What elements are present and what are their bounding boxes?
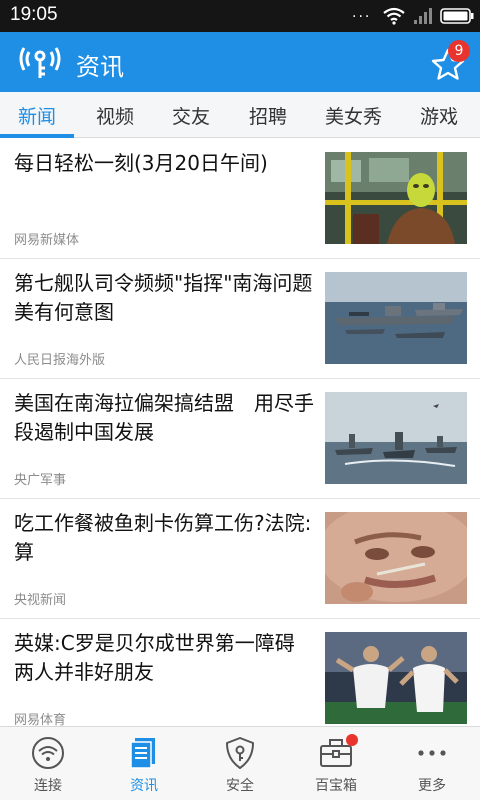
news-source: 央广军事 (14, 473, 67, 488)
battery-icon (440, 8, 474, 24)
tab-dating[interactable]: 交友 (172, 102, 210, 129)
tab-games[interactable]: 游戏 (420, 102, 458, 129)
page-title: 资讯 (76, 53, 124, 81)
wifi-circle-icon (32, 737, 64, 769)
news-source: 网易新媒体 (14, 233, 80, 248)
nav-news[interactable]: 资讯 (96, 727, 192, 800)
news-thumbnail (325, 632, 467, 724)
news-headline: 每日轻松一刻(3月20日午间) (14, 151, 268, 175)
more-dots-icon (418, 750, 446, 756)
category-tabs: 新闻 视频 交友 招聘 美女秀 游戏 (0, 92, 480, 138)
tab-jobs[interactable]: 招聘 (249, 102, 287, 129)
tab-video[interactable]: 视频 (96, 102, 134, 129)
notification-dots: ··· (352, 9, 372, 25)
news-headline: 吃工作餐被鱼刺卡伤算工伤?法院:算 (14, 511, 312, 564)
nav-security[interactable]: 安全 (192, 727, 288, 800)
active-tab-indicator (0, 134, 74, 138)
news-headline: 美国在南海拉偏架搞结盟 用尽手段遏制中国发展 (14, 391, 314, 444)
tab-beauty-show[interactable]: 美女秀 (325, 102, 382, 129)
tab-news[interactable]: 新闻 (18, 102, 56, 129)
news-item[interactable]: 每日轻松一刻(3月20日午间) 网易新媒体 (0, 139, 480, 259)
news-thumbnail (325, 152, 467, 244)
news-item[interactable]: 第七舰队司令频频"指挥"南海问题 美有何意图 人民日报海外版 (0, 259, 480, 379)
news-thumbnail (325, 512, 467, 604)
status-bar: 19:05 ··· (0, 0, 480, 32)
status-time: 19:05 (10, 4, 58, 25)
news-headline: 第七舰队司令频频"指挥"南海问题 美有何意图 (14, 271, 313, 324)
nav-connect-label: 连接 (34, 778, 62, 794)
news-item[interactable]: 吃工作餐被鱼刺卡伤算工伤?法院:算 央视新闻 (0, 499, 480, 619)
bottom-navigation: 连接 资讯 安全 百宝箱 更多 (0, 726, 480, 800)
signal-icon (414, 8, 432, 24)
nav-toolbox[interactable]: 百宝箱 (288, 727, 384, 800)
news-item[interactable]: 美国在南海拉偏架搞结盟 用尽手段遏制中国发展 央广军事 (0, 379, 480, 499)
newspaper-icon (130, 738, 155, 769)
news-thumbnail (325, 392, 467, 484)
app-header: 资讯 9 (0, 32, 480, 92)
news-source: 人民日报海外版 (14, 353, 106, 368)
news-thumbnail (325, 272, 467, 364)
nav-more[interactable]: 更多 (384, 727, 480, 800)
wifi-key-logo-icon (19, 47, 61, 78)
news-list: 每日轻松一刻(3月20日午间) 网易新媒体 第七舰队司令频频"指挥"南海问题 美… (0, 139, 480, 739)
toolbox-notification-dot (346, 734, 358, 746)
nav-security-label: 安全 (226, 778, 254, 794)
wifi-icon (383, 7, 405, 25)
news-item[interactable]: 英媒:C罗是贝尔成世界第一障碍 两人并非好朋友 网易体育 (0, 619, 480, 739)
news-headline: 英媒:C罗是贝尔成世界第一障碍 两人并非好朋友 (14, 631, 295, 684)
favorites-badge: 9 (448, 40, 470, 62)
nav-connect[interactable]: 连接 (0, 727, 96, 800)
nav-news-label: 资讯 (130, 778, 158, 794)
nav-toolbox-label: 百宝箱 (315, 778, 357, 794)
nav-more-label: 更多 (418, 778, 446, 794)
shield-icon (226, 737, 254, 769)
news-source: 央视新闻 (14, 593, 67, 608)
